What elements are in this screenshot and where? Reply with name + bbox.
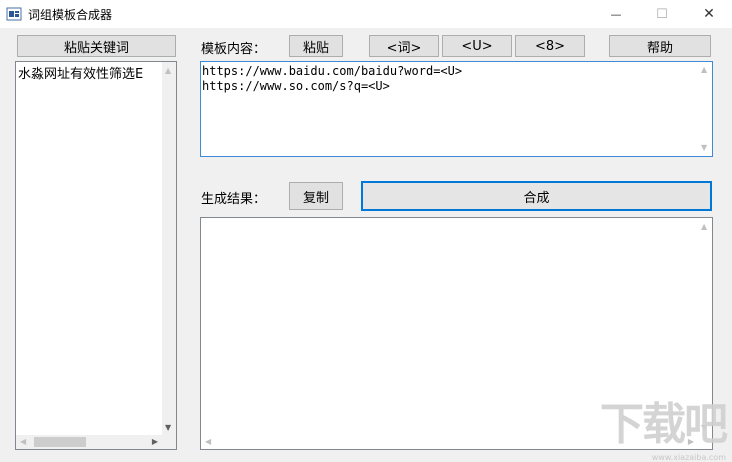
help-button[interactable]: 帮助 [609, 35, 711, 57]
copy-button[interactable]: 复制 [289, 182, 343, 210]
insert-u-button[interactable]: <U> [442, 35, 512, 57]
minimize-icon: — [610, 7, 622, 21]
scroll-right-icon[interactable]: ▶ [152, 437, 158, 447]
result-scroll-left-icon[interactable]: ◀ [205, 437, 211, 447]
keyword-vertical-scrollbar[interactable]: ▲ ▼ [162, 62, 176, 435]
template-scroll-down-icon[interactable]: ▼ [701, 143, 707, 153]
scroll-down-icon[interactable]: ▼ [165, 423, 171, 433]
compose-button[interactable]: 合成 [361, 181, 712, 211]
close-icon: ✕ [703, 6, 715, 22]
keyword-list[interactable]: 水淼网址有效性筛选E ▲ ▼ ◀ ▶ [15, 61, 177, 450]
watermark-url: www.xiazaiba.com [651, 453, 726, 462]
title-bar[interactable]: 词组模板合成器 — ☐ ✕ [0, 0, 732, 28]
keyword-horizontal-scrollbar[interactable]: ◀ ▶ [16, 435, 162, 449]
scroll-left-icon[interactable]: ◀ [20, 437, 26, 447]
insert-8-button[interactable]: <8> [515, 35, 585, 57]
insert-word-button[interactable]: <词> [369, 35, 439, 57]
close-button[interactable]: ✕ [686, 0, 732, 28]
result-label: 生成结果： [201, 192, 267, 207]
scroll-thumb[interactable] [34, 437, 86, 447]
keyword-item[interactable]: 水淼网址有效性筛选E [18, 63, 162, 82]
template-content[interactable]: https://www.baidu.com/baidu?word=<U> htt… [201, 62, 712, 94]
paste-keywords-button[interactable]: 粘贴关键词 [17, 35, 176, 57]
maximize-button[interactable]: ☐ [639, 0, 685, 28]
template-textarea[interactable]: https://www.baidu.com/baidu?word=<U> htt… [200, 61, 713, 157]
watermark-logo: 下载吧 [600, 399, 728, 450]
scroll-up-icon[interactable]: ▲ [165, 66, 171, 76]
maximize-icon: ☐ [656, 6, 668, 22]
result-scroll-up-icon[interactable]: ▲ [701, 222, 707, 232]
template-scroll-up-icon[interactable]: ▲ [701, 65, 707, 75]
window-title: 词组模板合成器 [28, 8, 113, 22]
scroll-corner [162, 435, 176, 449]
paste-template-button[interactable]: 粘贴 [289, 35, 343, 57]
app-icon [6, 7, 22, 21]
template-vertical-scrollbar[interactable]: ▲ ▼ [698, 62, 712, 156]
template-label: 模板内容： [201, 42, 267, 57]
minimize-button[interactable]: — [593, 0, 639, 28]
